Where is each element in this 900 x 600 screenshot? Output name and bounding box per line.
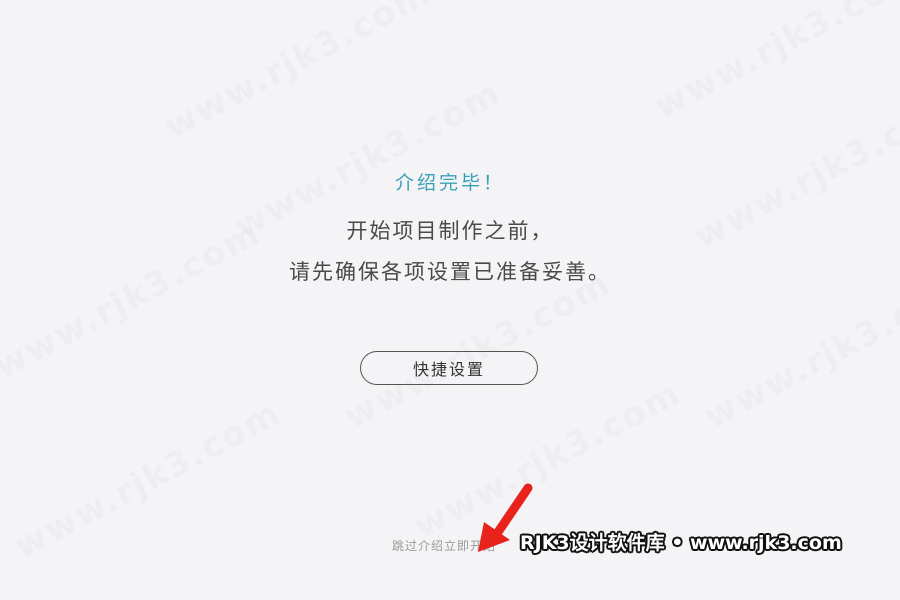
- watermark-text: www.rjk3.com: [647, 0, 900, 128]
- quick-settings-button[interactable]: 快捷设置: [360, 351, 538, 385]
- watermark-text: www.rjk3.com: [7, 392, 288, 568]
- watermark-text: www.rjk3.com: [157, 0, 438, 148]
- brand-watermark: RJK3设计软件库 • www.rjk3.com: [520, 532, 842, 554]
- watermark-text: www.rjk3.com: [407, 372, 688, 548]
- watermark-text: www.rjk3.com: [337, 262, 618, 438]
- intro-complete-title: 介绍完毕！: [394, 172, 505, 194]
- watermark-text: www.rjk3.com: [697, 262, 900, 438]
- intro-message-line-1: 开始项目制作之前，: [346, 219, 554, 243]
- intro-complete-screen: www.rjk3.com www.rjk3.com www.rjk3.com w…: [0, 0, 900, 600]
- intro-message-line-2: 请先确保各项设置已准备妥善。: [289, 260, 611, 284]
